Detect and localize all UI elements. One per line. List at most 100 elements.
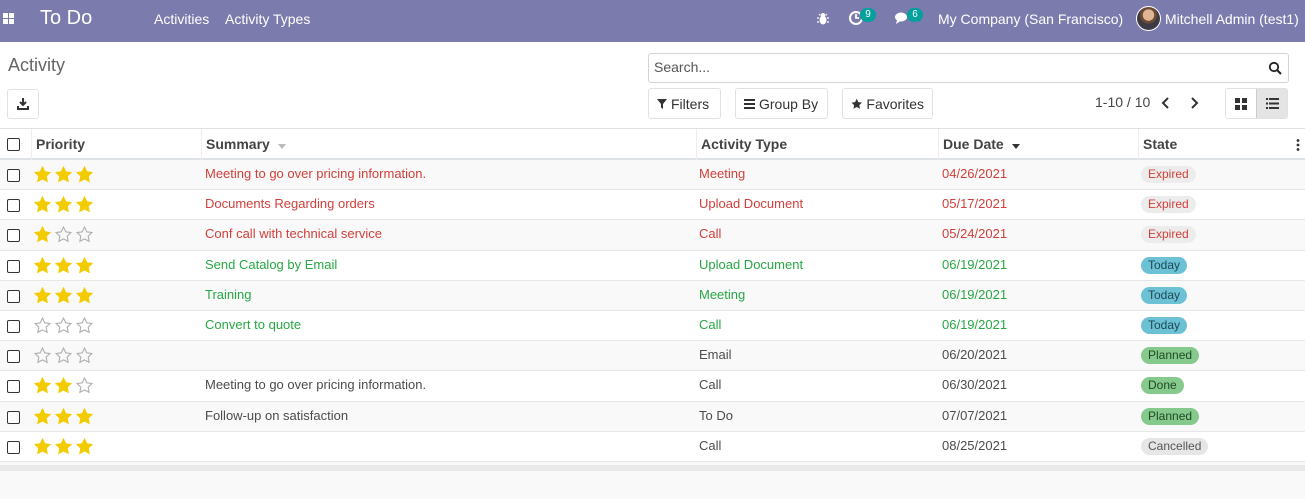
star-filled-icon[interactable] [55, 377, 72, 394]
page-title: Activity [8, 55, 66, 75]
row-checkbox[interactable] [7, 380, 20, 394]
state-badge: Expired [1141, 166, 1196, 183]
table-row[interactable]: Meeting to go over pricing information. C… [0, 371, 1305, 402]
star-filled-icon[interactable] [34, 407, 51, 425]
star-empty-icon[interactable] [34, 347, 51, 364]
priority-stars[interactable] [34, 437, 93, 455]
star-empty-icon[interactable] [76, 226, 93, 243]
star-empty-icon[interactable] [76, 347, 93, 364]
state-badge: Cancelled [1141, 437, 1209, 455]
row-checkbox[interactable] [7, 259, 20, 273]
table-row[interactable]: Email 06/20/2021 Planned [0, 341, 1305, 372]
star-empty-icon[interactable] [76, 377, 93, 394]
row-checkbox[interactable] [7, 440, 20, 454]
due-date-cell: 05/24/2021 [942, 226, 1008, 242]
row-checkbox[interactable] [7, 410, 20, 424]
star-filled-icon[interactable] [55, 286, 72, 304]
star-filled-icon[interactable] [34, 166, 51, 183]
user-avatar[interactable] [1136, 6, 1161, 31]
state-badge: Today [1141, 316, 1188, 334]
apps-menu-icon[interactable] [3, 13, 14, 24]
filters-button[interactable]: Filters [648, 88, 721, 119]
table-row[interactable]: Follow-up on satisfaction To Do 07/07/2021… [0, 401, 1305, 432]
activity-type-cell: Email [699, 347, 732, 363]
star-empty-icon[interactable] [55, 226, 72, 243]
star-filled-icon[interactable] [55, 437, 72, 455]
row-checkbox[interactable] [7, 289, 20, 303]
favorites-button[interactable]: Favorites [842, 88, 933, 119]
star-empty-icon[interactable] [34, 316, 51, 334]
priority-stars[interactable] [34, 226, 93, 243]
row-checkbox[interactable] [7, 169, 20, 182]
priority-stars[interactable] [34, 286, 93, 304]
due-date-cell: 06/20/2021 [942, 347, 1008, 363]
search-input[interactable] [654, 59, 1254, 75]
table-row[interactable]: Documents Regarding orders Upload Documen… [0, 190, 1305, 221]
company-switcher[interactable]: My Company (San Francisco) [938, 11, 1123, 27]
star-filled-icon[interactable] [34, 226, 51, 243]
star-filled-icon[interactable] [76, 256, 93, 274]
row-checkbox[interactable] [7, 319, 20, 333]
table-row[interactable]: Convert to quote Call 06/19/2021 Today [0, 311, 1305, 342]
row-checkbox[interactable] [7, 350, 20, 364]
star-filled-icon[interactable] [76, 437, 93, 455]
table-row[interactable]: Send Catalog by Email Upload Document 06/1… [0, 251, 1305, 281]
priority-stars[interactable] [34, 166, 93, 183]
column-activity-type[interactable]: Activity Type [696, 129, 938, 160]
export-button[interactable] [7, 89, 39, 119]
optional-columns-icon[interactable] [1296, 139, 1300, 151]
view-switcher [1225, 88, 1288, 119]
row-checkbox[interactable] [7, 199, 20, 213]
priority-stars[interactable] [34, 377, 93, 394]
star-empty-icon[interactable] [55, 316, 72, 334]
star-filled-icon[interactable] [34, 437, 51, 455]
star-filled-icon[interactable] [76, 407, 93, 425]
pager-value[interactable]: 1-10 / 10 [1095, 94, 1150, 110]
column-summary[interactable]: Summary [201, 129, 696, 160]
star-empty-icon[interactable] [76, 316, 93, 334]
menu-activity-types[interactable]: Activity Types [225, 11, 310, 27]
kanban-view-button[interactable] [1226, 89, 1256, 118]
column-state[interactable]: State [1138, 129, 1305, 160]
pager-previous-icon[interactable] [1159, 95, 1173, 111]
row-checkbox[interactable] [7, 229, 20, 243]
table-row[interactable]: Training Meeting 06/19/2021 Today [0, 280, 1305, 311]
table-row[interactable]: Conf call with technical service Call 05/2… [0, 220, 1305, 251]
app-title[interactable]: To Do [40, 7, 92, 30]
summary-cell: Send Catalog by Email [205, 256, 338, 272]
priority-stars[interactable] [34, 316, 93, 334]
star-filled-icon[interactable] [34, 256, 51, 274]
menu-activities[interactable]: Activities [154, 11, 209, 27]
priority-stars[interactable] [34, 196, 93, 213]
select-all-checkbox[interactable] [7, 138, 20, 151]
list-view-button[interactable] [1256, 89, 1287, 118]
star-filled-icon[interactable] [55, 196, 72, 213]
filter-icon [657, 98, 667, 109]
star-filled-icon[interactable] [34, 286, 51, 304]
star-filled-icon[interactable] [76, 196, 93, 213]
table-row[interactable]: Call 08/25/2021 Cancelled [0, 432, 1305, 462]
star-filled-icon[interactable] [34, 377, 51, 394]
column-priority[interactable]: Priority [31, 129, 201, 160]
search-icon[interactable] [1268, 61, 1282, 75]
star-filled-icon[interactable] [76, 286, 93, 304]
star-filled-icon[interactable] [34, 196, 51, 213]
star-filled-icon[interactable] [55, 407, 72, 425]
due-date-cell: 04/26/2021 [942, 166, 1008, 181]
priority-stars[interactable] [34, 407, 93, 425]
priority-stars[interactable] [34, 347, 93, 364]
star-filled-icon[interactable] [76, 166, 93, 183]
due-date-cell: 07/07/2021 [942, 407, 1008, 423]
group-by-button[interactable]: Group By [735, 88, 828, 119]
pager-next-icon[interactable] [1187, 95, 1201, 111]
star-filled-icon[interactable] [55, 166, 72, 183]
summary-cell: Documents Regarding orders [205, 196, 375, 212]
bug-icon[interactable] [817, 12, 829, 25]
table-row[interactable]: Meeting to go over pricing information. M… [0, 160, 1305, 191]
star-empty-icon[interactable] [55, 347, 72, 364]
priority-stars[interactable] [34, 256, 93, 274]
user-menu[interactable]: Mitchell Admin (test1) [1165, 11, 1299, 27]
star-filled-icon[interactable] [55, 256, 72, 274]
summary-cell: Convert to quote [205, 316, 302, 332]
column-due-date[interactable]: Due Date [938, 129, 1138, 160]
